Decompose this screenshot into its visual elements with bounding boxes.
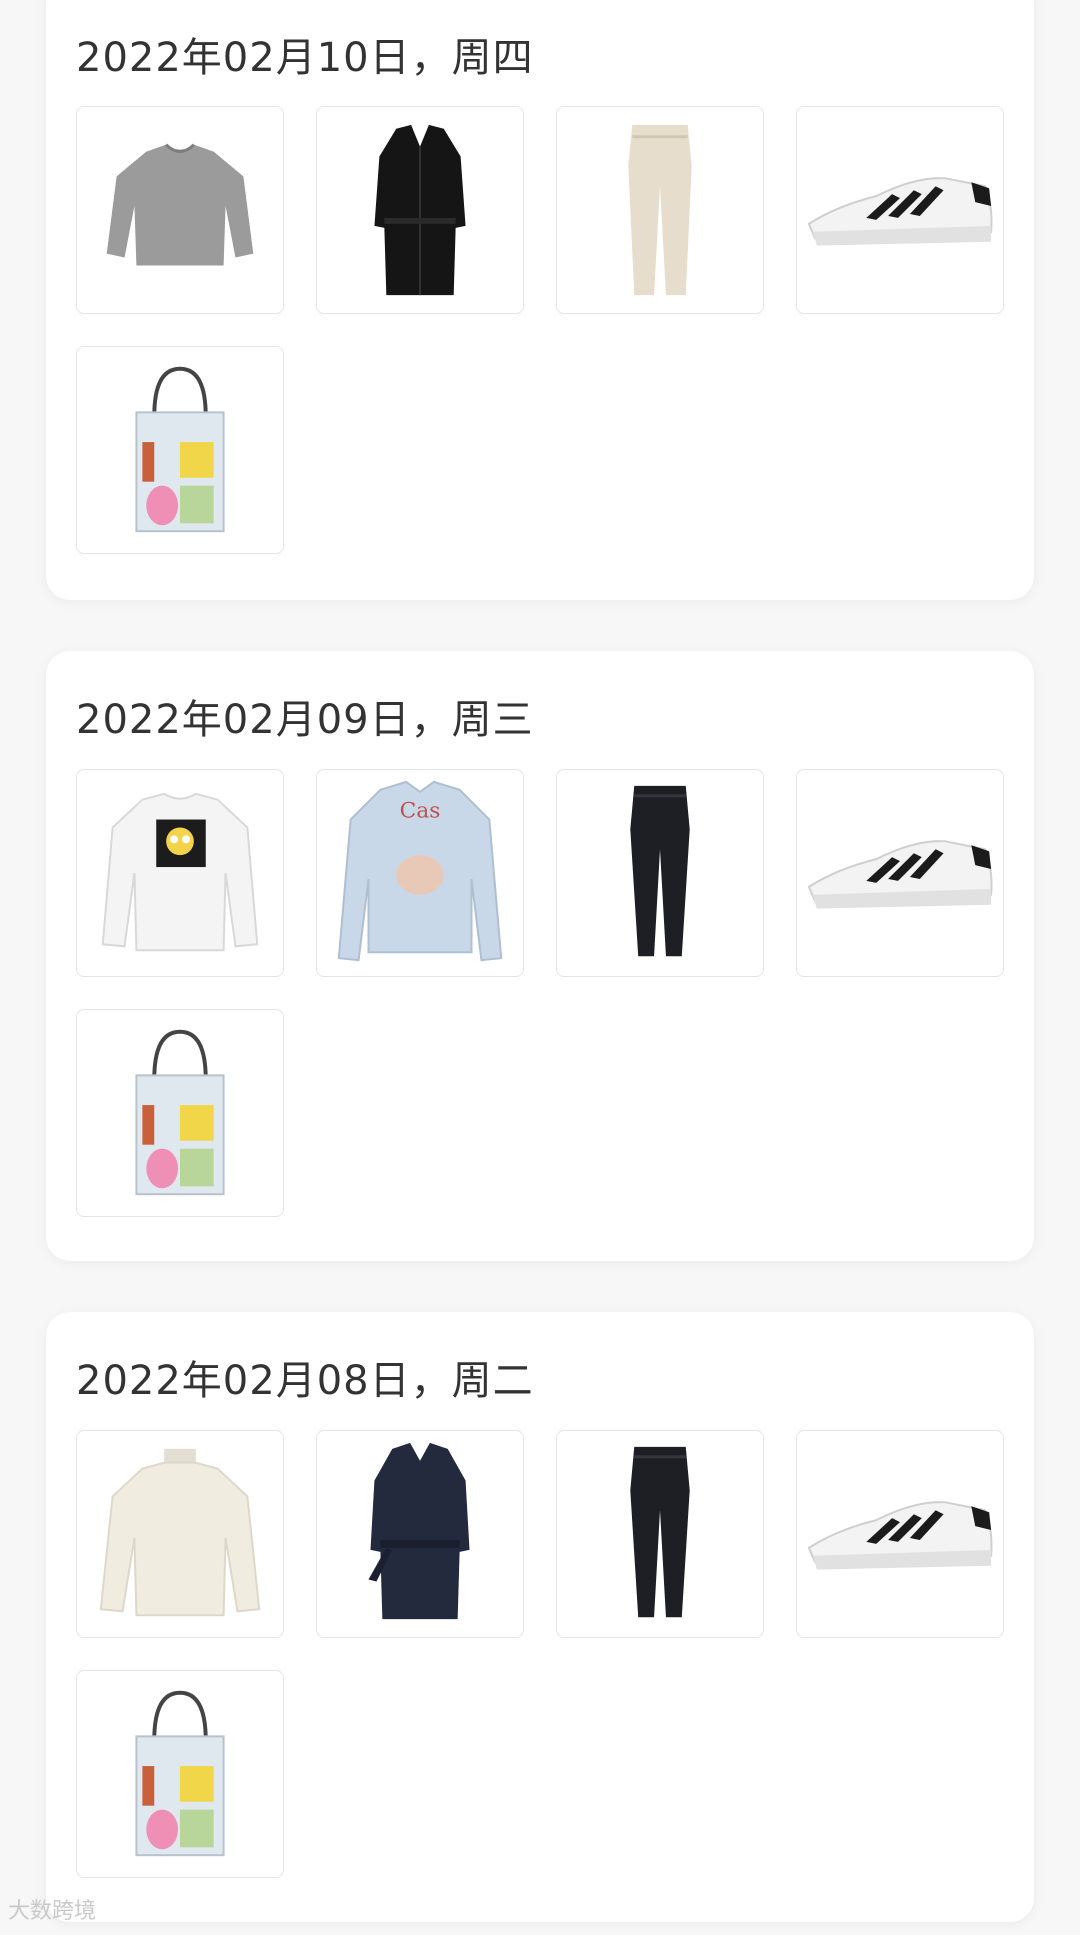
black-jeans-icon xyxy=(630,1446,690,1618)
item-light-denim-jacket[interactable]: Cas xyxy=(316,769,524,977)
outfit-date-title: 2022年02月09日，周三 xyxy=(76,697,534,743)
item-cream-turtleneck-sweater[interactable] xyxy=(76,1430,284,1638)
item-white-sneaker[interactable] xyxy=(796,769,1004,977)
cream-trousers-icon xyxy=(628,124,692,296)
item-clear-tote-bag[interactable] xyxy=(76,1670,284,1878)
item-clear-tote-bag[interactable] xyxy=(76,346,284,554)
item-white-sneaker[interactable] xyxy=(796,1430,1004,1638)
white-sneaker-icon xyxy=(807,177,993,246)
light-denim-jacket-icon: Cas xyxy=(337,780,503,962)
watermark-text: 大数跨境 xyxy=(8,1899,97,1924)
gray-sweater-icon xyxy=(106,143,254,266)
item-cream-trousers[interactable] xyxy=(556,106,764,314)
item-clear-tote-bag[interactable] xyxy=(76,1009,284,1217)
outfit-date-title: 2022年02月10日，周四 xyxy=(76,35,534,81)
black-jeans-icon xyxy=(630,785,690,957)
item-white-graphic-sweatshirt[interactable] xyxy=(76,769,284,977)
outfit-card-2022-02-10: 2022年02月10日，周四 xyxy=(46,0,1034,600)
item-black-jeans[interactable] xyxy=(556,1430,764,1638)
clear-tote-bag-icon xyxy=(135,1029,225,1196)
black-trench-coat-icon xyxy=(374,124,466,296)
item-black-jeans[interactable] xyxy=(556,769,764,977)
cream-turtleneck-sweater-icon xyxy=(99,1448,261,1617)
outfit-date-title: 2022年02月08日，周二 xyxy=(76,1358,534,1404)
navy-wrap-coat-icon xyxy=(368,1442,470,1620)
outfit-card-2022-02-08: 2022年02月08日，周二 xyxy=(46,1312,1034,1922)
item-gray-sweater[interactable] xyxy=(76,106,284,314)
item-navy-wrap-coat[interactable] xyxy=(316,1430,524,1638)
outfit-card-2022-02-09: 2022年02月09日，周三 Cas xyxy=(46,651,1034,1261)
svg-text:Cas: Cas xyxy=(400,799,441,824)
clear-tote-bag-icon xyxy=(135,366,225,533)
item-white-sneaker[interactable] xyxy=(796,106,1004,314)
white-graphic-sweatshirt-icon xyxy=(101,792,259,952)
white-sneaker-icon xyxy=(807,840,993,909)
clear-tote-bag-icon xyxy=(135,1690,225,1857)
item-black-trench-coat[interactable] xyxy=(316,106,524,314)
white-sneaker-icon xyxy=(807,1501,993,1570)
